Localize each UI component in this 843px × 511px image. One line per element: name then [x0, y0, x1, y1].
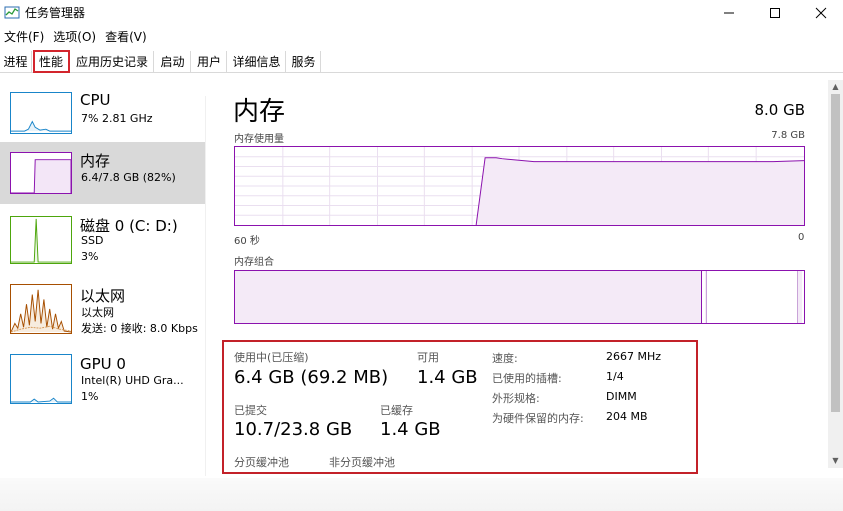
- nonpaged-pool-label: 非分页缓冲池: [329, 456, 395, 469]
- speed-value: 2667 MHz: [606, 350, 662, 363]
- maximize-icon: [770, 8, 780, 18]
- composition-standby: [797, 271, 802, 323]
- usage-graph-label: 内存使用量: [234, 134, 284, 145]
- sidebar-item-memory[interactable]: 内存 6.4/7.8 GB (82%): [0, 142, 205, 204]
- sidebar-item-title: 磁盘 0 (C: D:): [80, 217, 178, 235]
- memory-usage-graph: [234, 146, 805, 226]
- committed-label: 已提交: [234, 404, 267, 417]
- gpu-thumbnail-graph: [10, 354, 72, 404]
- scroll-thumb[interactable]: [831, 94, 840, 412]
- resource-sidebar: CPU 7% 2.81 GHz 内存 6.4/7.8 GB (82%) 磁盘 0…: [0, 86, 210, 496]
- cpu-thumbnail-graph: [10, 92, 72, 134]
- menu-options[interactable]: 选项(O): [49, 27, 101, 47]
- menu-view[interactable]: 查看(V): [101, 27, 152, 47]
- tab-services[interactable]: 服务: [287, 51, 321, 73]
- page-title: 内存: [233, 97, 286, 127]
- window-title: 任务管理器: [25, 6, 86, 20]
- sidebar-item-detail: 发送: 0 接收: 8.0 Kbps: [81, 322, 198, 335]
- cached-value: 1.4 GB: [380, 419, 441, 440]
- active-tab-highlight: [33, 50, 70, 73]
- in-use-value: 6.4 GB (69.2 MB): [234, 367, 389, 388]
- available-label: 可用: [417, 351, 439, 364]
- memory-composition-bar: [234, 270, 805, 324]
- sidebar-item-detail: 3%: [81, 250, 99, 263]
- usage-graph-max: 7.8 GB: [771, 130, 805, 141]
- sidebar-item-cpu[interactable]: CPU 7% 2.81 GHz: [0, 86, 205, 148]
- reserved-value: 204 MB: [606, 410, 648, 423]
- reserved-label: 为硬件保留的内存:: [492, 412, 584, 425]
- menu-bar: 文件(F) 选项(O) 查看(V): [0, 27, 152, 47]
- sidebar-item-title: CPU: [80, 91, 111, 109]
- ethernet-thumbnail-graph: [10, 284, 72, 334]
- sidebar-item-title: 以太网: [80, 287, 126, 305]
- tab-users[interactable]: 用户: [192, 51, 227, 73]
- committed-value: 10.7/23.8 GB: [234, 419, 353, 440]
- sidebar-item-title: 内存: [80, 152, 111, 170]
- title-bar: 任务管理器: [0, 0, 843, 26]
- sidebar-item-detail: 7% 2.81 GHz: [81, 112, 153, 125]
- form-factor-value: DIMM: [606, 390, 637, 403]
- close-icon: [815, 7, 827, 19]
- tab-bar: 进程 性能 应用历史记录 启动 用户 详细信息 服务: [0, 51, 843, 73]
- composition-modified: [705, 271, 707, 323]
- menu-file[interactable]: 文件(F): [0, 27, 49, 47]
- sidebar-item-detail: Intel(R) UHD Gra...: [81, 374, 184, 387]
- sidebar-item-detail: 6.4/7.8 GB (82%): [81, 171, 176, 184]
- tab-details[interactable]: 详细信息: [228, 51, 286, 73]
- task-manager-icon: [4, 6, 20, 19]
- sidebar-item-disk[interactable]: 磁盘 0 (C: D:) SSD 3%: [0, 210, 205, 272]
- in-use-label: 使用中(已压缩): [234, 351, 309, 364]
- sidebar-item-gpu[interactable]: GPU 0 Intel(R) UHD Gra... 1%: [0, 350, 205, 412]
- composition-in-use: [235, 271, 702, 323]
- scroll-up-icon[interactable]: ▲: [828, 80, 843, 94]
- memory-thumbnail-graph: [10, 152, 72, 194]
- minimize-button[interactable]: [706, 0, 752, 26]
- disk-thumbnail-graph: [10, 216, 72, 264]
- sidebar-item-ethernet[interactable]: 以太网 以太网 发送: 0 接收: 8.0 Kbps: [0, 280, 205, 342]
- cached-label: 已缓存: [380, 404, 413, 417]
- composition-label: 内存组合: [234, 257, 274, 268]
- sidebar-item-detail: 以太网: [81, 306, 114, 319]
- sidebar-item-detail: SSD: [81, 234, 104, 247]
- minimize-icon: [724, 12, 734, 14]
- time-axis-start: 60 秒: [234, 236, 260, 247]
- time-axis-end: 0: [798, 232, 805, 243]
- paged-pool-label: 分页缓冲池: [234, 456, 289, 469]
- sidebar-item-detail: 1%: [81, 390, 99, 403]
- tab-startup[interactable]: 启动: [155, 51, 191, 73]
- close-button[interactable]: [798, 0, 843, 26]
- scroll-down-icon[interactable]: ▼: [828, 454, 843, 468]
- slots-label: 已使用的插槽:: [492, 372, 562, 385]
- tab-app-history[interactable]: 应用历史记录: [71, 51, 154, 73]
- slots-value: 1/4: [606, 370, 624, 383]
- tab-processes[interactable]: 进程: [0, 51, 32, 73]
- speed-label: 速度:: [492, 352, 518, 365]
- form-factor-label: 外形规格:: [492, 392, 540, 405]
- bottom-area: [0, 478, 843, 511]
- maximize-button[interactable]: [752, 0, 798, 26]
- sidebar-divider: [205, 96, 206, 476]
- available-value: 1.4 GB: [417, 367, 478, 388]
- sidebar-item-title: GPU 0: [80, 355, 126, 373]
- memory-total: 8.0 GB: [754, 101, 805, 119]
